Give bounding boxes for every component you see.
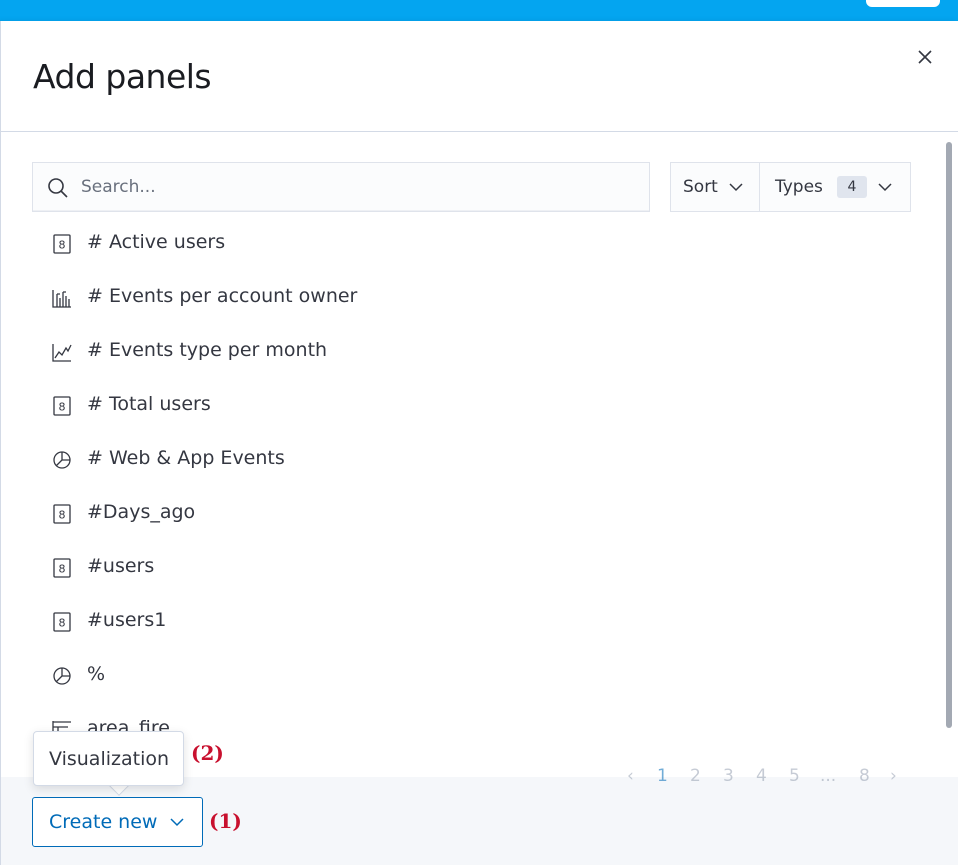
list-item[interactable]: # Events type per month <box>32 325 902 379</box>
sort-button[interactable]: Sort <box>671 163 760 211</box>
list-item-label: # Total users <box>87 393 211 415</box>
svg-text:8: 8 <box>59 401 66 414</box>
metric-icon: 8 <box>50 232 74 256</box>
types-label: Types <box>775 177 823 197</box>
list-item-label: #Days_ago <box>87 501 196 523</box>
metric-icon: 8 <box>50 556 74 580</box>
list-item[interactable]: 8 # Active users <box>32 217 902 271</box>
search-input[interactable] <box>81 173 621 201</box>
chevron-down-icon <box>878 183 892 192</box>
list-item[interactable]: % <box>32 649 902 703</box>
page-link-active[interactable]: 1 <box>657 766 668 786</box>
metric-icon: 8 <box>50 502 74 526</box>
prev-page-icon[interactable]: ‹ <box>627 766 634 786</box>
list-item-label: # Events type per month <box>87 339 328 361</box>
list-item[interactable]: 8 # Total users <box>32 379 902 433</box>
bar-chart-icon <box>50 286 74 310</box>
scrollbar[interactable] <box>946 142 952 728</box>
svg-text:8: 8 <box>59 563 66 576</box>
chevron-down-icon <box>170 818 184 827</box>
list-item-label: % <box>87 663 106 685</box>
types-button[interactable]: Types 4 <box>760 163 910 211</box>
page-link[interactable]: 4 <box>756 766 767 786</box>
page-link[interactable]: 5 <box>789 766 800 786</box>
search-field[interactable] <box>32 162 650 212</box>
metric-icon: 8 <box>50 610 74 634</box>
search-icon <box>48 178 68 198</box>
add-panels-flyout: Add panels Sort Types 4 8 # Active users… <box>0 21 958 865</box>
create-new-label: Create new <box>49 811 158 833</box>
pie-chart-icon <box>50 664 74 688</box>
line-chart-icon <box>50 340 74 364</box>
top-bar-button[interactable] <box>866 0 940 7</box>
svg-text:8: 8 <box>59 617 66 630</box>
create-new-button[interactable]: Create new <box>32 797 203 847</box>
flyout-title: Add panels <box>33 57 212 96</box>
top-bar <box>0 0 958 21</box>
annotation-2: (2) <box>191 741 224 765</box>
next-page-icon[interactable]: › <box>890 766 897 786</box>
metric-icon: 8 <box>50 394 74 418</box>
list-item[interactable]: 8 #Days_ago <box>32 487 902 541</box>
visualization-menu-item[interactable]: Visualization <box>33 731 184 786</box>
page-link[interactable]: 3 <box>723 766 734 786</box>
list-item-label: # Events per account owner <box>87 285 358 307</box>
svg-text:8: 8 <box>59 239 66 252</box>
annotation-1: (1) <box>209 809 242 833</box>
list-item[interactable]: 8 #users1 <box>32 595 902 649</box>
chevron-down-icon <box>729 183 743 192</box>
header-divider <box>1 131 958 132</box>
page-ellipsis: ... <box>820 766 837 786</box>
list-item[interactable]: 8 #users <box>32 541 902 595</box>
page-link[interactable]: 2 <box>690 766 701 786</box>
list-item-label: # Active users <box>87 231 226 253</box>
list-item[interactable]: # Events per account owner <box>32 271 902 325</box>
close-icon[interactable] <box>913 45 937 69</box>
types-count-badge: 4 <box>836 176 867 198</box>
list-item-label: #users <box>87 555 155 577</box>
visualization-label: Visualization <box>49 748 170 770</box>
saved-objects-list: 8 # Active users # Events per account ow… <box>32 217 902 737</box>
list-item[interactable]: # Web & App Events <box>32 433 902 487</box>
sort-label: Sort <box>683 177 718 197</box>
pie-chart-icon <box>50 448 74 472</box>
filter-group: Sort Types 4 <box>670 162 911 212</box>
list-item-label: # Web & App Events <box>87 447 285 469</box>
svg-text:8: 8 <box>59 509 66 522</box>
list-item-label: #users1 <box>87 609 167 631</box>
page-link[interactable]: 8 <box>859 766 870 786</box>
